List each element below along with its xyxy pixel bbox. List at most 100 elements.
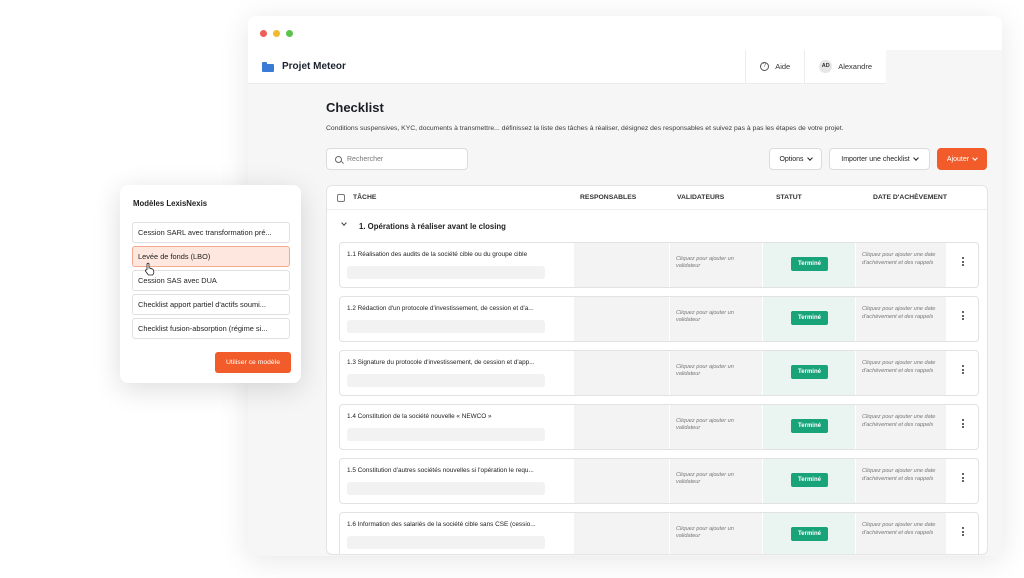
status-badge[interactable]: Terminé [791, 311, 828, 325]
responsables-cell[interactable] [574, 297, 669, 341]
task-details-placeholder [347, 266, 545, 279]
task-details-placeholder [347, 320, 545, 333]
maximize-window-dot[interactable] [286, 29, 293, 37]
search-input[interactable]: Rechercher [326, 148, 468, 170]
select-all-checkbox[interactable] [337, 194, 345, 202]
chevron-down-icon [972, 154, 978, 161]
options-label: Options [779, 155, 804, 163]
date-cell[interactable]: Cliquez pour ajouter une date d'achèveme… [856, 405, 946, 449]
column-date: DATE D'ACHÈVEMENT [873, 194, 947, 201]
templates-panel: Modèles LexisNexis Cession SARL avec tra… [120, 185, 301, 383]
status-cell[interactable]: Terminé [763, 405, 855, 449]
status-badge[interactable]: Terminé [791, 365, 828, 379]
page-description: Conditions suspensives, KYC, documents à… [326, 125, 844, 132]
user-menu[interactable]: AD Alexandre [804, 49, 886, 84]
responsables-cell[interactable] [574, 513, 669, 554]
validator-hint: Cliquez pour ajouter un validateur [676, 364, 734, 377]
table-header: TÂCHE RESPONSABLES VALIDATEURS STATUT DA… [327, 186, 987, 210]
table-row[interactable]: 1.4 Constitution de la société nouvelle … [339, 404, 979, 450]
date-cell[interactable]: Cliquez pour ajouter une date d'achèveme… [856, 243, 946, 287]
row-menu-button[interactable] [947, 243, 978, 287]
validator-hint: Cliquez pour ajouter un validateur [676, 310, 734, 323]
use-template-button[interactable]: Utiliser ce modèle [215, 352, 291, 373]
section-header[interactable]: 1. Opérations à réaliser avant le closin… [327, 210, 987, 242]
table-row[interactable]: 1.5 Constitution d'autres sociétés nouve… [339, 458, 979, 504]
row-menu-button[interactable] [947, 459, 978, 503]
table-row[interactable]: 1.3 Signature du protocole d'investissem… [339, 350, 979, 396]
kebab-menu-icon [962, 473, 964, 483]
column-responsables: RESPONSABLES [580, 194, 637, 201]
status-cell[interactable]: Terminé [763, 351, 855, 395]
responsables-cell[interactable] [574, 405, 669, 449]
date-cell[interactable]: Cliquez pour ajouter une date d'achèveme… [856, 513, 946, 554]
minimize-window-dot[interactable] [273, 29, 280, 37]
column-statut: STATUT [776, 194, 802, 201]
status-cell[interactable]: Terminé [763, 297, 855, 341]
avatar: AD [819, 60, 833, 73]
responsables-cell[interactable] [574, 351, 669, 395]
checklist-table: TÂCHE RESPONSABLES VALIDATEURS STATUT DA… [326, 185, 988, 555]
section-title: 1. Opérations à réaliser avant le closin… [359, 222, 506, 231]
date-cell[interactable]: Cliquez pour ajouter une date d'achèveme… [856, 297, 946, 341]
task-title[interactable]: 1.6 Information des salariés de la socié… [347, 521, 569, 528]
table-row[interactable]: 1.2 Rédaction d'un protocole d'investiss… [339, 296, 979, 342]
row-menu-button[interactable] [947, 297, 978, 341]
chevron-down-icon [806, 154, 813, 161]
folder-icon [262, 61, 274, 72]
template-item[interactable]: Checklist apport partiel d'actifs soumi.… [132, 294, 290, 315]
responsables-cell[interactable] [574, 243, 669, 287]
task-title[interactable]: 1.5 Constitution d'autres sociétés nouve… [347, 467, 569, 474]
app-header: Projet Meteor ? Aide AD Alexandre [248, 49, 886, 84]
validateurs-cell[interactable]: Cliquez pour ajouter un validateur [670, 405, 762, 449]
validateurs-cell[interactable]: Cliquez pour ajouter un validateur [670, 243, 762, 287]
task-details-placeholder [347, 482, 545, 495]
date-hint: Cliquez pour ajouter une date d'achèveme… [862, 414, 936, 428]
task-title[interactable]: 1.3 Signature du protocole d'investissem… [347, 359, 569, 366]
responsables-cell[interactable] [574, 459, 669, 503]
help-button[interactable]: ? Aide [745, 49, 804, 84]
search-placeholder: Rechercher [347, 155, 384, 163]
task-details-placeholder [347, 428, 545, 441]
kebab-menu-icon [962, 527, 964, 537]
date-hint: Cliquez pour ajouter une date d'achèveme… [862, 306, 936, 320]
project-selector[interactable]: Projet Meteor [248, 61, 745, 72]
status-badge[interactable]: Terminé [791, 257, 828, 271]
help-icon: ? [760, 62, 770, 71]
row-menu-button[interactable] [947, 513, 978, 554]
status-cell[interactable]: Terminé [763, 243, 855, 287]
table-row[interactable]: 1.6 Information des salariés de la socié… [339, 512, 979, 554]
row-menu-button[interactable] [947, 405, 978, 449]
template-item[interactable]: Cession SARL avec transformation pré... [132, 222, 290, 243]
kebab-menu-icon [962, 311, 964, 321]
date-cell[interactable]: Cliquez pour ajouter une date d'achèveme… [856, 459, 946, 503]
help-label: Aide [775, 62, 791, 71]
task-title[interactable]: 1.4 Constitution de la société nouvelle … [347, 413, 569, 420]
status-cell[interactable]: Terminé [763, 459, 855, 503]
status-cell[interactable]: Terminé [763, 513, 855, 554]
date-hint: Cliquez pour ajouter une date d'achèveme… [862, 522, 936, 536]
validator-hint: Cliquez pour ajouter un validateur [676, 472, 734, 485]
window-titlebar [248, 16, 1002, 50]
import-checklist-button[interactable]: Importer une checklist [829, 148, 930, 170]
status-badge[interactable]: Terminé [791, 419, 828, 433]
validateurs-cell[interactable]: Cliquez pour ajouter un validateur [670, 297, 762, 341]
close-window-dot[interactable] [260, 29, 267, 37]
validateurs-cell[interactable]: Cliquez pour ajouter un validateur [670, 459, 762, 503]
validator-hint: Cliquez pour ajouter un validateur [676, 526, 734, 539]
options-button[interactable]: Options [769, 148, 822, 170]
row-menu-button[interactable] [947, 351, 978, 395]
chevron-down-icon [341, 220, 347, 226]
add-button[interactable]: Ajouter [937, 148, 987, 170]
status-badge[interactable]: Terminé [791, 527, 828, 541]
date-cell[interactable]: Cliquez pour ajouter une date d'achèveme… [856, 351, 946, 395]
validateurs-cell[interactable]: Cliquez pour ajouter un validateur [670, 351, 762, 395]
add-label: Ajouter [946, 155, 970, 163]
template-item[interactable]: Checklist fusion-absorption (régime si..… [132, 318, 290, 339]
validateurs-cell[interactable]: Cliquez pour ajouter un validateur [670, 513, 762, 554]
table-row[interactable]: 1.1 Réalisation des audits de la société… [339, 242, 979, 288]
validator-hint: Cliquez pour ajouter un validateur [676, 256, 734, 269]
main-content: Checklist Conditions suspensives, KYC, d… [326, 84, 1002, 172]
task-title[interactable]: 1.2 Rédaction d'un protocole d'investiss… [347, 305, 569, 312]
task-title[interactable]: 1.1 Réalisation des audits de la société… [347, 251, 569, 258]
status-badge[interactable]: Terminé [791, 473, 828, 487]
